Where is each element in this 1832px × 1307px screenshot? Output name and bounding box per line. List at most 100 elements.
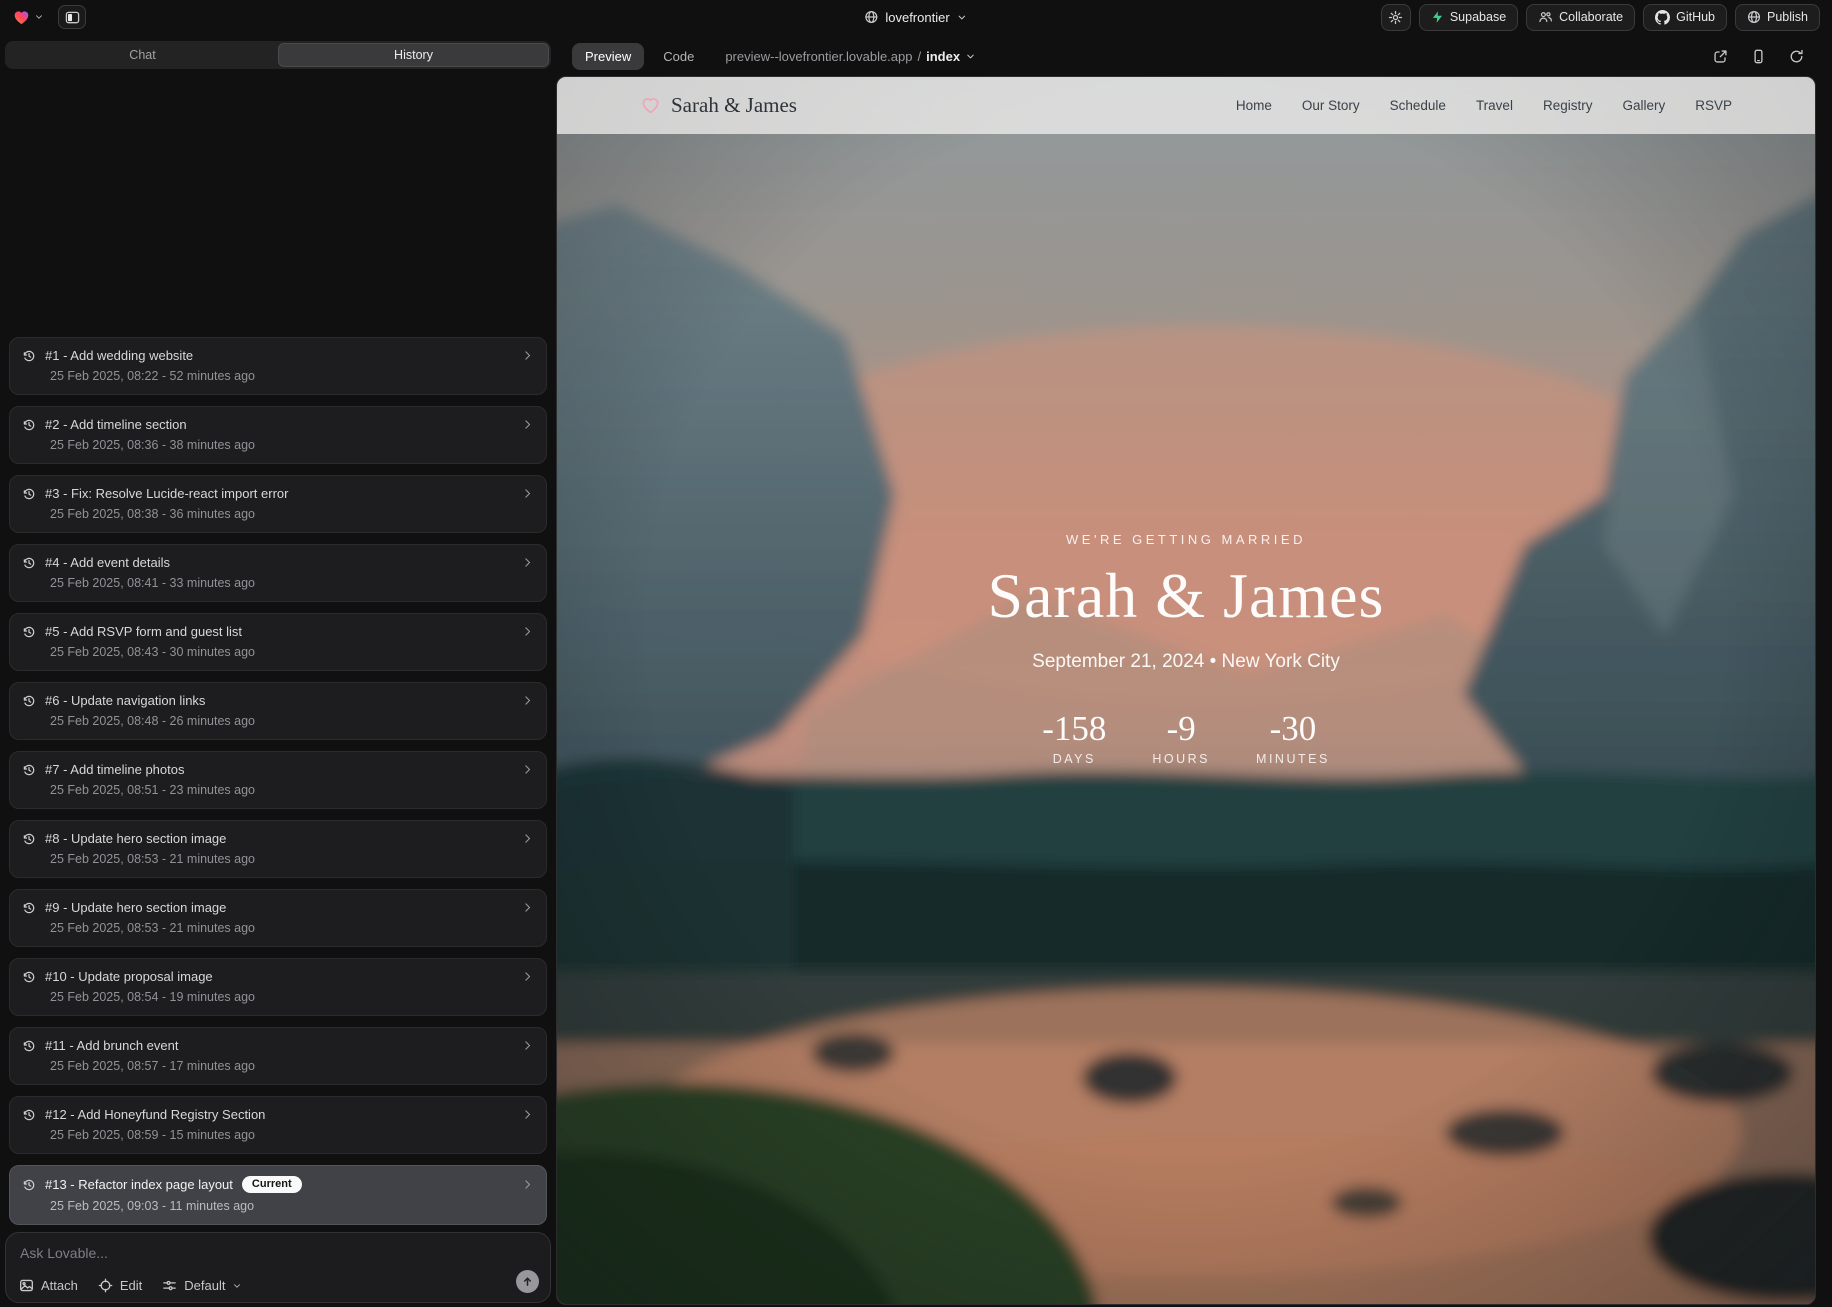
supabase-button[interactable]: Supabase [1419, 4, 1518, 31]
countdown: -158 DAYS -9 HOURS -30 MINUTES [1042, 709, 1330, 766]
history-item[interactable]: #12 - Add Honeyfund Registry Section 25 … [9, 1096, 547, 1154]
chevron-right-icon [521, 694, 534, 707]
chevron-right-icon [521, 832, 534, 845]
history-item[interactable]: #5 - Add RSVP form and guest list 25 Feb… [9, 613, 547, 671]
smartphone-icon [1751, 49, 1766, 64]
users-icon [1538, 10, 1553, 24]
topbar: lovefrontier Supabase [0, 0, 1832, 34]
nav-link[interactable]: Home [1236, 98, 1272, 113]
history-icon [22, 349, 36, 363]
history-item[interactable]: #6 - Update navigation links 25 Feb 2025… [9, 682, 547, 740]
countdown-label: DAYS [1042, 752, 1106, 766]
history-item-timestamp: 25 Feb 2025, 08:51 - 23 minutes ago [22, 783, 534, 797]
open-in-new-tab-button[interactable] [1713, 49, 1728, 64]
history-item-timestamp: 25 Feb 2025, 08:48 - 26 minutes ago [22, 714, 534, 728]
nav-link[interactable]: RSVP [1695, 98, 1732, 113]
heart-icon [640, 96, 661, 115]
nav-link[interactable]: Travel [1476, 98, 1513, 113]
history-item-timestamp: 25 Feb 2025, 08:41 - 33 minutes ago [22, 576, 534, 590]
history-item[interactable]: #8 - Update hero section image 25 Feb 20… [9, 820, 547, 878]
preview-tools [1713, 49, 1810, 64]
sidebar-tab[interactable]: History [278, 43, 549, 67]
countdown-value: -158 [1042, 709, 1106, 749]
mode-select-button[interactable]: Default [162, 1278, 242, 1293]
history-item-title: #12 - Add Honeyfund Registry Section [45, 1107, 265, 1122]
chevron-right-icon [521, 418, 534, 431]
preview-tab[interactable]: Code [650, 43, 707, 70]
publish-label: Publish [1767, 10, 1808, 24]
nav-link[interactable]: Registry [1543, 98, 1593, 113]
history-icon [22, 1178, 36, 1192]
history-item[interactable]: #3 - Fix: Resolve Lucide-react import er… [9, 475, 547, 533]
countdown-value: -9 [1152, 709, 1210, 749]
history-item[interactable]: #7 - Add timeline photos 25 Feb 2025, 08… [9, 751, 547, 809]
send-button[interactable] [516, 1270, 539, 1293]
history-icon [22, 832, 36, 846]
history-item[interactable]: #1 - Add wedding website 25 Feb 2025, 08… [9, 337, 547, 395]
mobile-view-button[interactable] [1751, 49, 1766, 64]
history-icon [22, 487, 36, 501]
history-item[interactable]: #9 - Update hero section image 25 Feb 20… [9, 889, 547, 947]
chevron-down-icon [34, 12, 44, 22]
history-icon [22, 763, 36, 777]
history-item-title: #10 - Update proposal image [45, 969, 213, 984]
history-item[interactable]: #4 - Add event details 25 Feb 2025, 08:4… [9, 544, 547, 602]
chevron-right-icon [521, 487, 534, 500]
history-item-title: #4 - Add event details [45, 555, 170, 570]
history-icon [22, 694, 36, 708]
supabase-icon [1431, 10, 1444, 24]
nav-link[interactable]: Our Story [1302, 98, 1360, 113]
hero-eyebrow: WE'RE GETTING MARRIED [1066, 532, 1306, 547]
project-switcher[interactable]: lovefrontier [864, 10, 967, 25]
history-icon [22, 556, 36, 570]
history-icon [22, 970, 36, 984]
github-button[interactable]: GitHub [1643, 4, 1727, 31]
sliders-icon [162, 1278, 177, 1293]
lovable-logo-menu[interactable] [12, 9, 44, 26]
edit-select-button[interactable]: Edit [98, 1278, 142, 1293]
ask-lovable-input[interactable] [20, 1245, 440, 1267]
preview-url-path: index [926, 49, 960, 64]
history-item[interactable]: #11 - Add brunch event 25 Feb 2025, 08:5… [9, 1027, 547, 1085]
sidebar-tab[interactable]: Chat [7, 43, 278, 67]
preview-toolbar: Preview Code preview--lovefrontier.lovab… [556, 40, 1816, 76]
history-item[interactable]: #10 - Update proposal image 25 Feb 2025,… [9, 958, 547, 1016]
chevron-right-icon [521, 970, 534, 983]
history-item[interactable]: #2 - Add timeline section 25 Feb 2025, 0… [9, 406, 547, 464]
preview-panel: Preview Code preview--lovefrontier.lovab… [556, 34, 1832, 1307]
history-item-title: #3 - Fix: Resolve Lucide-react import er… [45, 486, 288, 501]
preview-url-dropdown[interactable]: preview--lovefrontier.lovable.app / inde… [725, 49, 976, 64]
sidebar-toggle-button[interactable] [58, 5, 86, 29]
refresh-button[interactable] [1789, 49, 1804, 64]
preview-tab[interactable]: Preview [572, 43, 644, 70]
current-badge: Current [242, 1176, 302, 1193]
chevron-right-icon [521, 1178, 534, 1191]
hero-section: WE'RE GETTING MARRIED Sarah & James Sept… [557, 76, 1815, 1262]
mode-label: Default [184, 1278, 225, 1293]
composer-toolbar: Attach Edit [19, 1278, 242, 1293]
preview-tabs: Preview Code [572, 43, 707, 70]
history-item-timestamp: 25 Feb 2025, 08:53 - 21 minutes ago [22, 921, 534, 935]
chevron-right-icon [521, 625, 534, 638]
collaborate-button[interactable]: Collaborate [1526, 4, 1635, 31]
hero-subtitle: September 21, 2024 • New York City [1032, 651, 1340, 673]
preview-viewport: Sarah & James Home Our Story Schedule Tr… [556, 76, 1816, 1305]
history-item-title: #2 - Add timeline section [45, 417, 187, 432]
history-item-title: #1 - Add wedding website [45, 348, 193, 363]
site-logo[interactable]: Sarah & James [640, 93, 797, 118]
history-item[interactable]: #13 - Refactor index page layout Current… [9, 1165, 547, 1225]
nav-link[interactable]: Schedule [1390, 98, 1446, 113]
history-list: #1 - Add wedding website 25 Feb 2025, 08… [5, 77, 551, 1225]
site-logo-text: Sarah & James [671, 93, 797, 118]
chevron-down-icon [957, 12, 968, 23]
settings-button[interactable] [1381, 4, 1411, 31]
panel-left-icon [65, 10, 80, 25]
history-icon [22, 901, 36, 915]
chevron-right-icon [521, 556, 534, 569]
nav-link[interactable]: Gallery [1622, 98, 1665, 113]
attach-button[interactable]: Attach [19, 1278, 78, 1293]
publish-button[interactable]: Publish [1735, 4, 1820, 31]
arrow-up-icon [521, 1275, 534, 1288]
history-item-title: #11 - Add brunch event [45, 1038, 178, 1053]
history-item-timestamp: 25 Feb 2025, 08:59 - 15 minutes ago [22, 1128, 534, 1142]
